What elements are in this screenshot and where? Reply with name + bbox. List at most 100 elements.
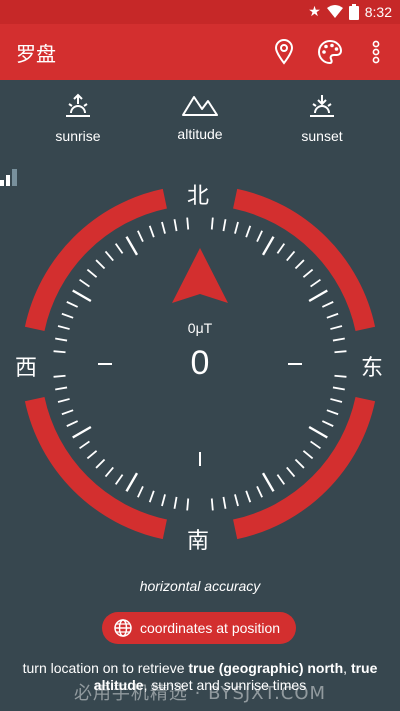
hint-bold-1: true (geographic) north <box>188 660 344 676</box>
status-bar: ★ 8:32 <box>0 0 400 24</box>
sunset-label: sunset <box>301 128 343 144</box>
compass-tick <box>330 398 343 403</box>
compass-tick <box>276 474 286 485</box>
signal-strength-icon <box>0 169 17 186</box>
compass-tick <box>114 243 124 254</box>
compass-tick <box>321 301 334 308</box>
compass-tick <box>125 472 139 492</box>
compass-tick <box>173 219 178 232</box>
compass-tick <box>234 494 239 507</box>
app-title: 罗盘 <box>16 42 56 66</box>
compass-tick <box>57 325 70 330</box>
status-icons: ★ 8:32 <box>308 0 392 24</box>
compass-tick <box>66 420 79 427</box>
compass-tick <box>330 325 343 330</box>
compass-tick <box>79 278 90 288</box>
compass-tick <box>104 466 114 478</box>
compass-tick <box>332 337 345 342</box>
compass-tick <box>55 386 68 391</box>
compass-tick <box>308 289 328 303</box>
location-button[interactable] <box>268 36 300 68</box>
compass-tick <box>79 440 90 450</box>
compass-tick <box>53 350 66 354</box>
hint-text-2: , <box>343 660 351 676</box>
coordinates-button-label: coordinates at position <box>140 620 281 636</box>
compass-tick <box>210 217 214 230</box>
compass-tick <box>186 498 190 511</box>
compass-tick <box>137 485 144 498</box>
compass-tick <box>222 496 227 509</box>
compass-tick <box>286 250 296 262</box>
accuracy-label: horizontal accuracy <box>139 578 261 594</box>
compass-tick <box>61 312 74 319</box>
magnetic-field-value: 0μT <box>187 320 213 336</box>
compass-tick <box>66 301 79 308</box>
compass-tick <box>256 230 263 243</box>
north-pointer <box>172 248 228 303</box>
compass-tick <box>55 337 68 342</box>
compass-tick <box>321 420 334 427</box>
battery-icon <box>348 4 359 20</box>
compass-tick <box>308 425 328 439</box>
compass-tick <box>245 225 252 238</box>
heading-value: 0 <box>190 344 210 382</box>
altitude-label: altitude <box>177 126 223 142</box>
compass-tick <box>294 259 305 270</box>
compass-tick <box>261 236 275 256</box>
more-options-button[interactable] <box>360 36 392 68</box>
compass-tick <box>161 221 166 234</box>
compass-tick <box>326 409 339 416</box>
compass-tick <box>310 278 321 288</box>
compass-dial[interactable]: 北 东 南 西 0μT 0 <box>0 168 400 560</box>
theme-button[interactable] <box>314 36 346 68</box>
app-actions <box>268 24 392 80</box>
star-icon: ★ <box>308 4 321 20</box>
altitude-item[interactable]: altitude <box>145 92 255 142</box>
compass-tick <box>294 458 305 469</box>
compass-tick <box>161 494 166 507</box>
compass-tick <box>210 498 214 511</box>
compass-tick <box>334 374 347 378</box>
compass-tick <box>302 450 314 460</box>
compass-tick <box>326 312 339 319</box>
altitude-icon <box>182 96 218 116</box>
globe-icon <box>114 619 132 637</box>
compass-tick <box>186 217 190 230</box>
sunrise-label: sunrise <box>55 128 101 144</box>
west-label: 西 <box>15 356 38 381</box>
compass-tick <box>72 289 92 303</box>
sunrise-item[interactable]: sunrise <box>23 92 133 144</box>
compass-tick <box>86 450 98 460</box>
hint-text-1: turn location on to retrieve <box>22 660 189 676</box>
compass-tick <box>334 350 347 354</box>
east-label: 东 <box>361 356 384 381</box>
compass-tick <box>276 243 286 254</box>
compass-tick <box>173 496 178 509</box>
sunset-icon <box>310 95 334 117</box>
status-time: 8:32 <box>364 4 392 20</box>
compass-tick <box>302 268 314 278</box>
compass-tick <box>234 221 239 234</box>
compass-tick <box>95 259 106 270</box>
compass-tick <box>57 398 70 403</box>
app-bar: 罗盘 <box>0 24 400 80</box>
compass-tick <box>310 440 321 450</box>
compass-tick <box>95 458 106 469</box>
coordinates-button[interactable]: coordinates at position <box>102 612 296 644</box>
compass-tick <box>261 472 275 492</box>
north-label: 北 <box>187 184 210 209</box>
compass-tick <box>125 236 139 256</box>
watermark: 必用手机精选 · BYSJXT.COM <box>73 683 327 704</box>
location-pin-icon <box>274 39 294 65</box>
compass-tick <box>53 374 66 378</box>
compass-tick <box>256 485 263 498</box>
compass-tick <box>332 386 345 391</box>
sunrise-icon <box>66 93 90 117</box>
sunset-item[interactable]: sunset <box>267 92 377 144</box>
compass-tick <box>245 490 252 503</box>
compass-tick <box>148 490 155 503</box>
palette-icon <box>318 39 343 65</box>
compass-tick <box>86 268 98 278</box>
compass-tick <box>222 219 227 232</box>
compass-tick <box>148 225 155 238</box>
